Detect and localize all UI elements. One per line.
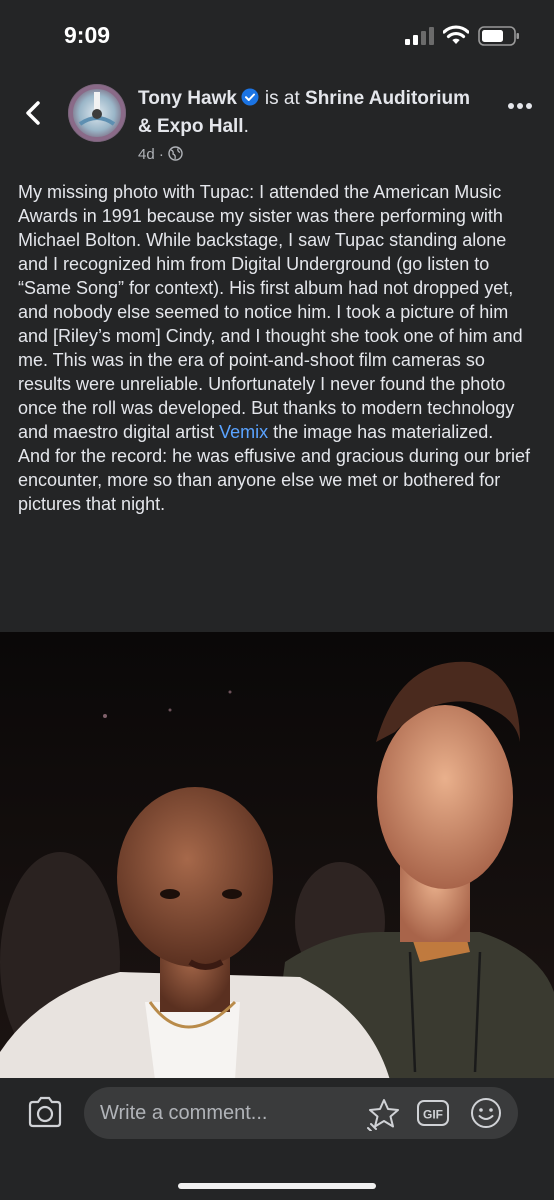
comment-input[interactable]: Write a comment... GIF: [84, 1087, 518, 1139]
globe-icon: [168, 146, 183, 161]
author-avatar[interactable]: [68, 84, 126, 142]
avatar-sticker-icon[interactable]: [367, 1097, 401, 1131]
vemix-link[interactable]: Vemix: [219, 422, 268, 442]
post-title: Tony Hawk is at Shrine Auditorium & Expo …: [138, 85, 478, 141]
camera-icon[interactable]: [27, 1096, 63, 1128]
post-text: My missing photo with Tupac: I attended …: [18, 180, 540, 516]
photo-illustration: [0, 632, 554, 1080]
status-time: 9:09: [64, 22, 111, 48]
home-indicator[interactable]: [178, 1183, 376, 1189]
back-arrow-icon[interactable]: [20, 98, 46, 128]
post-age[interactable]: 4d: [138, 146, 155, 163]
cellular-signal-icon: [405, 27, 434, 45]
wifi-icon: [443, 25, 469, 44]
comment-bar: Write a comment... GIF: [0, 1078, 554, 1200]
svg-text:GIF: GIF: [423, 1108, 443, 1122]
post-photo[interactable]: [0, 632, 554, 1080]
emoji-icon[interactable]: [470, 1097, 502, 1129]
post-text-part1: My missing photo with Tupac: I attended …: [18, 182, 528, 442]
battery-icon: [478, 26, 519, 46]
avatar-image: [68, 84, 126, 142]
is-at-text: is at: [264, 88, 300, 109]
comment-placeholder: Write a comment...: [100, 1102, 268, 1124]
gif-icon[interactable]: GIF: [416, 1099, 450, 1127]
more-options-icon[interactable]: [507, 100, 533, 112]
status-bar: 9:09: [0, 0, 554, 72]
post-header: Tony Hawk is at Shrine Auditorium & Expo …: [0, 80, 554, 170]
author-name[interactable]: Tony Hawk: [138, 88, 237, 109]
verified-badge-icon: [241, 88, 259, 106]
period: .: [243, 116, 249, 137]
post-meta: 4d ·: [138, 146, 183, 163]
